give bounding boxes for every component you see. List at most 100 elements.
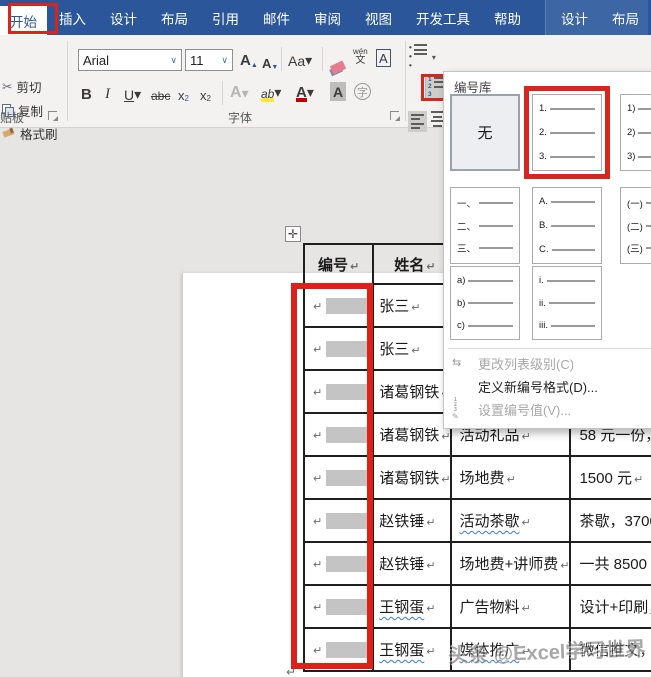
- amount-cell[interactable]: 一共 8500 元: [569, 541, 651, 586]
- ribbon-tab-开发工具[interactable]: 开发工具: [404, 0, 482, 35]
- subscript-button[interactable]: x2: [178, 83, 189, 103]
- paragraph-mark-icon: ↵: [426, 560, 436, 572]
- clear-formatting-button[interactable]: [329, 52, 347, 75]
- change-list-level-icon: ⇆: [452, 357, 462, 369]
- item-cell[interactable]: 场地费+讲师费 ↵: [450, 541, 572, 586]
- contextual-tab-设计[interactable]: 设计: [549, 0, 600, 35]
- header-cell[interactable]: 姓名 ↵: [372, 243, 453, 285]
- paragraph-mark-icon: ↵: [426, 260, 436, 273]
- bullets-button[interactable]: • • • ▾: [409, 44, 436, 70]
- item-cell[interactable]: 活动茶歇 ↵: [450, 498, 572, 543]
- ribbon-tab-布局[interactable]: 布局: [149, 0, 200, 35]
- bullet-list-icon: • • •: [409, 44, 427, 70]
- font-size-combo[interactable]: 11 ∨: [185, 49, 233, 71]
- numbering-style-option[interactable]: (一) (二) (三): [620, 187, 651, 264]
- numbering-style-option[interactable]: i. ii. iii.: [532, 266, 602, 340]
- name-cell[interactable]: 诸葛钢铁↵: [372, 369, 453, 414]
- enclose-characters-button[interactable]: 字: [354, 83, 371, 100]
- numbering-style-option[interactable]: A. B. C.: [532, 187, 602, 264]
- font-name-value: Arial: [83, 52, 110, 68]
- clipboard-dialog-launcher-icon[interactable]: [48, 111, 58, 121]
- name-cell[interactable]: 诸葛钢铁↵: [372, 455, 453, 500]
- paragraph-mark-icon: ↵: [441, 474, 451, 486]
- paragraph-mark-icon: ↵: [560, 560, 570, 572]
- underline-button[interactable]: U ▾: [124, 83, 141, 103]
- contextual-tab-布局[interactable]: 布局: [600, 0, 651, 35]
- paragraph-mark-icon: ↵: [633, 474, 644, 486]
- eraser-icon: [329, 60, 347, 75]
- font-group-label: 字体: [228, 111, 253, 125]
- item-cell[interactable]: 场地费 ↵: [450, 455, 572, 500]
- cut-button[interactable]: ✂ 剪切: [2, 77, 42, 96]
- name-cell[interactable]: 赵铁锤 ↵: [372, 541, 453, 586]
- phonetic-guide-button[interactable]: wén 文: [353, 48, 368, 66]
- name-cell[interactable]: 张三 ↵: [372, 283, 453, 328]
- paragraph-mark-icon: ↵: [521, 517, 531, 529]
- annotation-red-box-number-column: [291, 283, 373, 669]
- align-left-button[interactable]: [408, 111, 427, 132]
- character-shading-button[interactable]: A: [330, 82, 347, 101]
- text-highlight-button[interactable]: ab ▾: [261, 81, 281, 102]
- shrink-font-button[interactable]: A ▼: [262, 51, 278, 71]
- menu-separator: [448, 348, 651, 349]
- amount-cell[interactable]: 茶歇，3700: [569, 498, 651, 543]
- ribbon-tab-审阅[interactable]: 审阅: [302, 0, 353, 35]
- grow-font-button[interactable]: A ▲: [240, 49, 258, 69]
- strikethrough-button[interactable]: abc: [151, 83, 170, 103]
- change-case-button[interactable]: Aa ▾: [288, 49, 312, 69]
- font-color-button[interactable]: A ▾: [296, 81, 314, 102]
- ribbon-tab-邮件[interactable]: 邮件: [251, 0, 302, 35]
- paragraph-mark-icon: ↵: [411, 302, 421, 314]
- name-cell[interactable]: 王钢蛋 ↵: [372, 627, 453, 672]
- table-move-handle[interactable]: ✛: [285, 226, 301, 242]
- numbering-style-option[interactable]: 1) 2) 3): [620, 94, 651, 171]
- paragraph-mark-icon: ↵: [521, 603, 531, 615]
- item-cell[interactable]: 广告物料 ↵: [450, 584, 572, 629]
- clipboard-group-label: 剪贴板: [0, 111, 25, 125]
- numbering-style-none[interactable]: 无: [450, 94, 520, 171]
- italic-button[interactable]: I: [105, 83, 110, 103]
- font-name-combo[interactable]: Arial ∨: [78, 49, 182, 71]
- paragraph-mark-icon: ↵: [426, 646, 436, 658]
- numbering-style-option[interactable]: a) b) c): [450, 266, 520, 340]
- header-cell[interactable]: 编号 ↵: [302, 243, 375, 285]
- numbering-library-dropdown: 编号库 无 1. 2. 3. 1) 2) 3) 一、 二、 三、 A. B. C. (一) (二) (三) a)…: [443, 71, 651, 429]
- format-painter-button[interactable]: 格式刷: [2, 124, 58, 143]
- name-cell[interactable]: 诸葛钢铁↵: [372, 412, 453, 457]
- character-border-button[interactable]: A: [376, 49, 391, 67]
- name-cell[interactable]: 张三 ↵: [372, 326, 453, 371]
- move-cross-icon: ✛: [287, 227, 299, 241]
- paragraph-mark-icon: ↵: [411, 345, 421, 357]
- name-cell[interactable]: 王钢蛋 ↵: [372, 584, 453, 629]
- name-cell[interactable]: 赵铁锤 ↵: [372, 498, 453, 543]
- paragraph-mark-icon: ↵: [521, 431, 531, 443]
- text-effects-button[interactable]: A ▾: [230, 82, 249, 102]
- paragraph-mark-icon: ↵: [426, 517, 436, 529]
- ribbon-tab-bar: 开始 插入 设计 布局 引用 邮件 审阅 视图 开发工具 帮助 设计 布局: [0, 0, 651, 35]
- ribbon-tab-视图[interactable]: 视图: [353, 0, 404, 35]
- chevron-down-icon: ∨: [170, 54, 177, 65]
- bold-button[interactable]: B: [81, 83, 92, 103]
- paragraph-mark-icon: ↵: [441, 431, 451, 443]
- font-size-value: 11: [190, 52, 204, 68]
- align-left-icon: [411, 113, 424, 130]
- cut-label: 剪切: [16, 81, 42, 95]
- ribbon-tab-设计[interactable]: 设计: [98, 0, 149, 35]
- set-numbering-value-icon: 1 2 3 ✎: [452, 397, 459, 421]
- ribbon-tab-帮助[interactable]: 帮助: [482, 0, 533, 35]
- superscript-button[interactable]: x2: [200, 83, 211, 103]
- amount-cell[interactable]: 1500 元 ↵: [569, 455, 651, 500]
- ribbon-tab-引用[interactable]: 引用: [200, 0, 251, 35]
- paragraph-mark-icon: ↵: [506, 474, 516, 486]
- numbering-style-option[interactable]: 1. 2. 3.: [524, 86, 610, 179]
- amount-cell[interactable]: 设计+印刷，: [569, 584, 651, 629]
- menu-item-define-new-number-format[interactable]: 定义新编号格式(D)...: [444, 375, 651, 398]
- font-dialog-launcher-icon[interactable]: [390, 111, 400, 121]
- paragraph-mark-icon: ↵: [426, 603, 436, 615]
- numbering-style-option[interactable]: 一、 二、 三、: [450, 187, 520, 264]
- chevron-down-icon: ∨: [221, 54, 228, 65]
- menu-item-set-numbering-value: 1 2 3 ✎ 设置编号值(V)...: [452, 397, 572, 421]
- annotation-red-box-home-tab: [8, 3, 58, 34]
- scissors-icon: ✂: [2, 80, 13, 94]
- format-painter-label: 格式刷: [20, 128, 58, 142]
